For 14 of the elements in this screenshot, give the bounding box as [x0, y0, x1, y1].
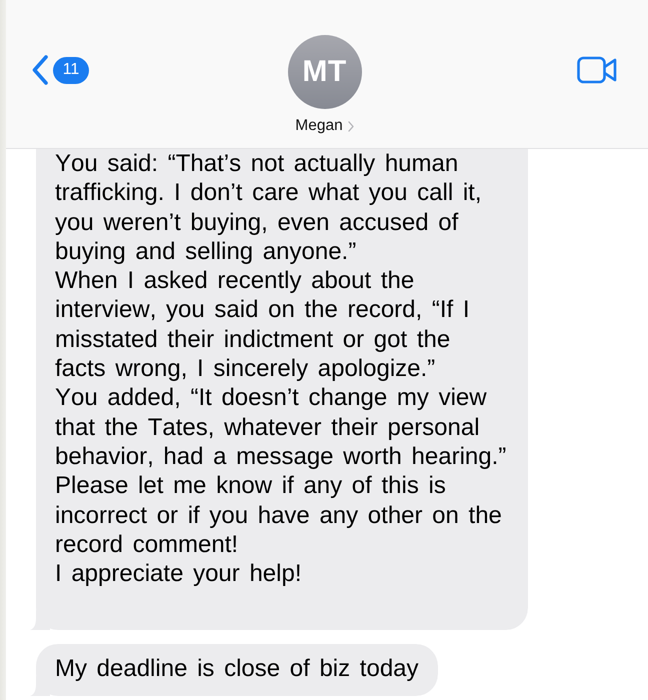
- chevron-right-icon: [348, 120, 354, 132]
- back-chevron-icon: [32, 55, 48, 85]
- message-text: You said: “That’s not actually human trafficking. I don’t care what you call it, you weren’t buying, even accused of buying and selling anyone.”: [55, 149, 483, 266]
- message-text: When I asked recently about the interview, you said on the record, “If I misstated their indictment or got the facts wrong, I sincerely apologize.”: [55, 266, 471, 384]
- message-text: Please let me know if any of this is incorrect or if you have any other on the record comment!: [55, 471, 503, 560]
- message-text: My deadline is close of biz today: [55, 654, 419, 684]
- back-button[interactable]: 11: [32, 55, 89, 85]
- unread-count-badge: 11: [53, 56, 89, 84]
- video-call-button[interactable]: [577, 56, 617, 84]
- contact-name-link[interactable]: Megan: [295, 117, 354, 135]
- message-text: You added, “It doesn’t change my view that the Tates, whatever their personal behavior, had a message worth hearing.”: [55, 383, 508, 472]
- message-text: I appreciate your help!: [55, 559, 302, 588]
- video-camera-icon: [577, 56, 617, 84]
- contact-avatar[interactable]: MT: [288, 35, 362, 109]
